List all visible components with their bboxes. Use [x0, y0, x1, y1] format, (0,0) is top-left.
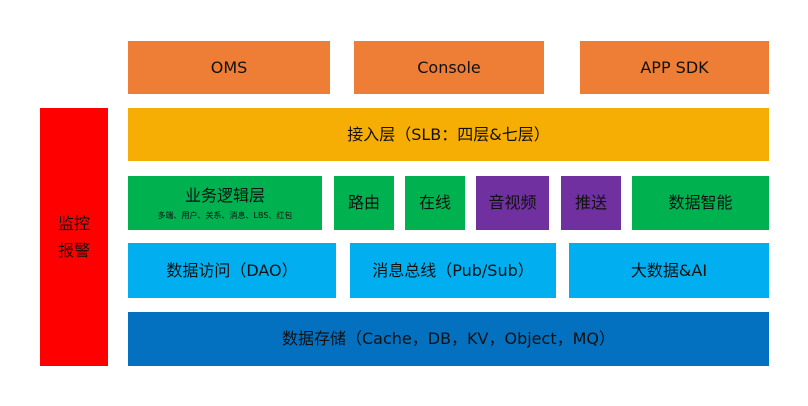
access-layer-box: 接入层（SLB：四层&七层）	[128, 108, 769, 161]
online-label: 在线	[418, 193, 451, 213]
push-label: 推送	[574, 193, 607, 213]
alert-label: 报警	[57, 241, 90, 260]
routing-box: 路由	[334, 176, 394, 230]
oms-label: OMS	[210, 57, 248, 77]
message-bus-box: 消息总线（Pub/Sub）	[350, 243, 556, 298]
big-data-ai-box: 大数据&AI	[569, 243, 769, 298]
audio-video-box: 音视频	[476, 176, 549, 230]
console-label: Console	[417, 57, 481, 77]
big-data-ai-label: 大数据&AI	[630, 260, 708, 280]
storage-box: 数据存储（Cache，DB，KV，Object，MQ）	[128, 312, 769, 366]
console-box: Console	[354, 41, 544, 94]
business-logic-title: 业务逻辑层	[184, 186, 265, 206]
audio-video-label: 音视频	[488, 193, 537, 213]
online-box: 在线	[405, 176, 465, 230]
app-sdk-label: APP SDK	[640, 57, 709, 77]
access-layer-label: 接入层（SLB：四层&七层）	[347, 124, 550, 144]
data-intelligence-label: 数据智能	[668, 193, 733, 213]
data-intelligence-box: 数据智能	[632, 176, 769, 230]
monitoring-label: 监控	[57, 213, 90, 233]
monitoring-alert-panel: 监控 报警	[40, 108, 108, 366]
app-sdk-box: APP SDK	[580, 41, 769, 94]
push-box: 推送	[561, 176, 621, 230]
oms-box: OMS	[128, 41, 330, 94]
storage-label: 数据存储（Cache，DB，KV，Object，MQ）	[281, 329, 615, 349]
message-bus-label: 消息总线（Pub/Sub）	[372, 260, 534, 280]
dao-box: 数据访问（DAO）	[128, 243, 336, 298]
business-logic-subtitle: 多端、用户、关系、消息、LBS、红包	[157, 210, 293, 220]
routing-label: 路由	[347, 193, 380, 213]
business-logic-box: 业务逻辑层 多端、用户、关系、消息、LBS、红包	[128, 176, 322, 230]
dao-label: 数据访问（DAO）	[166, 260, 298, 280]
